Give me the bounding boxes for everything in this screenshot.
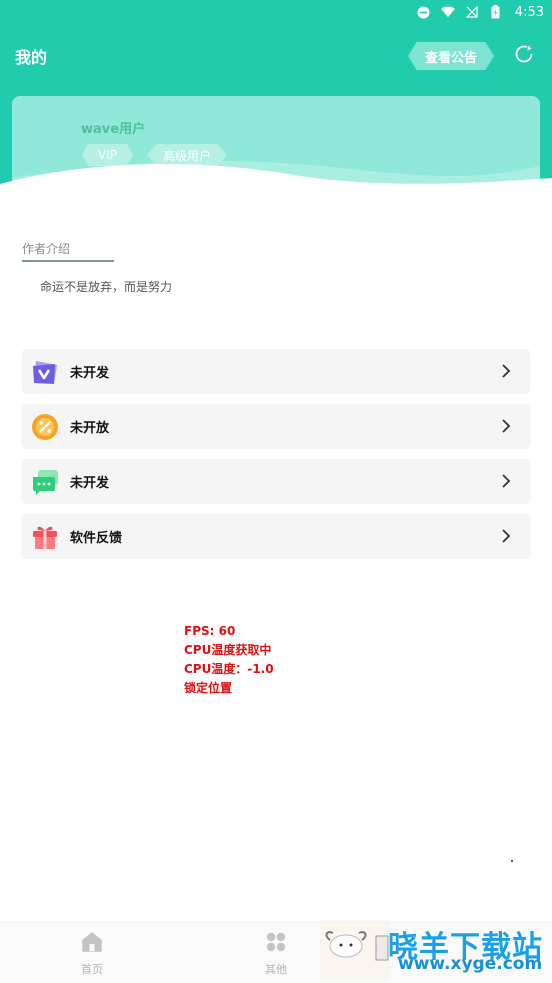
percent-coin-icon [30, 412, 60, 442]
v-badge-icon [30, 357, 60, 387]
author-intro-underline [22, 260, 114, 262]
menu-item-label: 未开发 [70, 366, 110, 381]
username: wave用户 [81, 122, 146, 137]
refresh-icon [514, 44, 534, 68]
chevron-right-icon [497, 527, 515, 545]
menu-list: 未开发 未开放 未开发 软件反馈 [21, 349, 531, 569]
menu-item-undeveloped-2[interactable]: 未开发 [21, 459, 531, 504]
nav-item-other[interactable]: 其他 [246, 931, 306, 977]
header-bottom-wave [0, 164, 552, 200]
nav-item-home[interactable]: 首页 [62, 931, 122, 977]
menu-item-label: 未开放 [70, 421, 110, 436]
gift-icon [30, 522, 60, 552]
chevron-right-icon [497, 362, 515, 380]
dnd-icon [417, 5, 431, 19]
lock-position-toggle[interactable]: 锁定位置 [184, 679, 274, 698]
page-title: 我的 [15, 48, 48, 67]
status-time: 4:53 [514, 4, 544, 20]
no-signal-icon [465, 5, 479, 19]
view-notice-button[interactable]: 查看公告 [408, 42, 494, 70]
menu-item-label: 软件反馈 [70, 531, 123, 546]
home-icon [81, 931, 103, 957]
status-bar: 4:53 [0, 0, 552, 24]
battery-icon [489, 5, 503, 19]
chevron-right-icon [497, 417, 515, 435]
stray-dot [511, 860, 513, 862]
refresh-button[interactable] [512, 44, 536, 68]
wifi-icon [440, 5, 455, 19]
fps-readout: FPS: 60 [184, 624, 236, 638]
chat-bubble-icon [30, 467, 60, 497]
debug-overlay: FPS: 60 CPU温度获取中 CPU温度：-1.0 锁定位置 [184, 622, 274, 698]
author-intro-label: 作者介绍 [22, 242, 71, 256]
menu-item-undeveloped-1[interactable]: 未开发 [21, 349, 531, 394]
menu-item-label: 未开发 [70, 476, 110, 491]
nav-label-home: 首页 [81, 963, 103, 976]
cpu-temp-readout: CPU温度：-1.0 [184, 662, 274, 676]
author-motto: 命运不是放弃，而是努力 [40, 280, 173, 294]
grid-icon [265, 931, 287, 957]
nav-label-other: 其他 [265, 963, 287, 976]
chevron-right-icon [497, 472, 515, 490]
cpu-status-readout: CPU温度获取中 [184, 643, 272, 657]
watermark-url: www.xyge.com [398, 954, 543, 974]
menu-item-unopened[interactable]: 未开放 [21, 404, 531, 449]
sheep-logo-icon [320, 920, 390, 980]
menu-item-feedback[interactable]: 软件反馈 [21, 514, 531, 559]
